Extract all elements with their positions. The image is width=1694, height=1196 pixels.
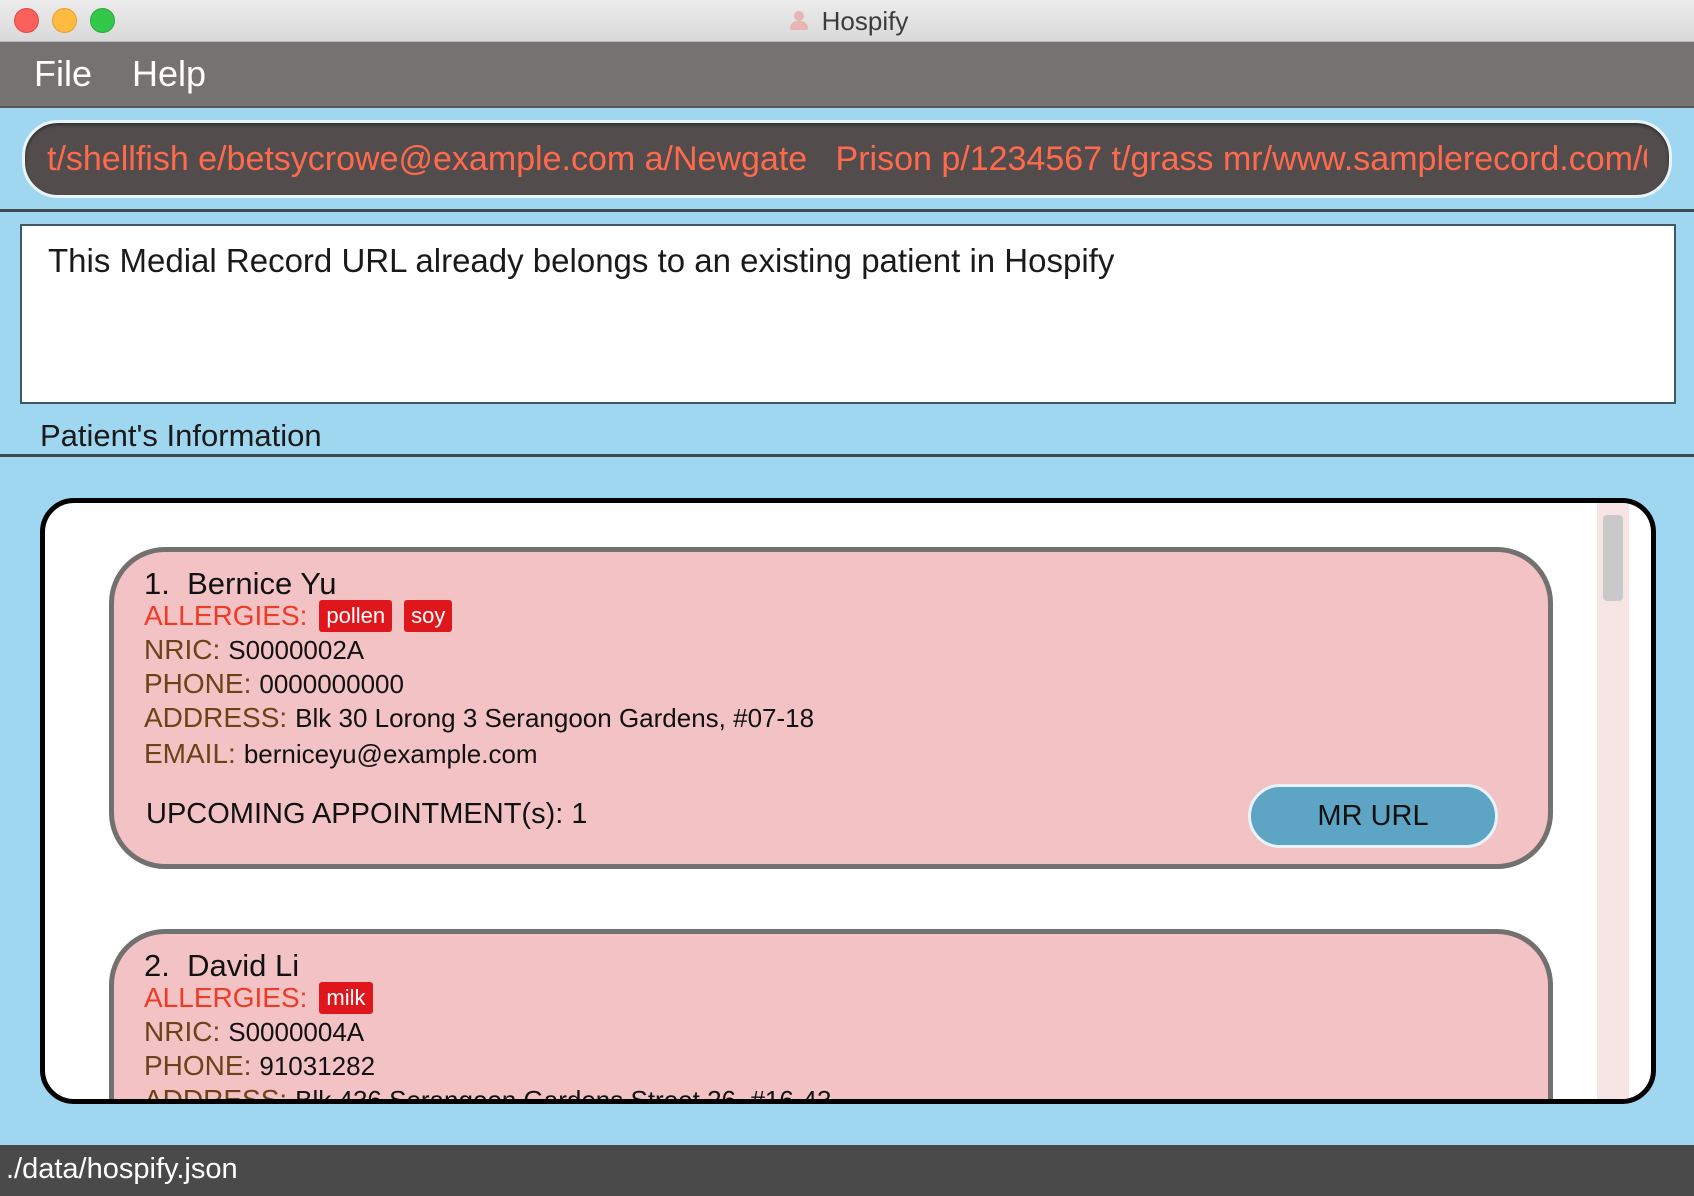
- patient-index: 2.: [144, 948, 170, 983]
- phone-row: PHONE: 91031282: [144, 1050, 375, 1082]
- command-box[interactable]: [22, 120, 1672, 198]
- address-value: Blk 436 Serangoon Gardens Street 26, #16…: [295, 1085, 831, 1100]
- window-title: Hospify: [821, 5, 909, 36]
- patient-list-panel: 1. Bernice Yu ALLERGIES: pollen soy NRIC…: [40, 498, 1656, 1104]
- email-value: berniceyu@example.com: [243, 738, 538, 769]
- email-label: EMAIL:: [144, 738, 236, 769]
- window-titlebar: Hospify: [0, 0, 1694, 42]
- nric-label: NRIC:: [144, 634, 221, 665]
- patient-list: 1. Bernice Yu ALLERGIES: pollen soy NRIC…: [45, 503, 1593, 1099]
- patient-name-row: 2. David Li: [144, 948, 299, 984]
- phone-label: PHONE:: [144, 1050, 252, 1081]
- address-label: ADDRESS:: [144, 1084, 287, 1099]
- address-row: ADDRESS: Blk 436 Serangoon Gardens Stree…: [144, 1084, 831, 1099]
- phone-row: PHONE: 0000000000: [144, 668, 404, 700]
- nric-label: NRIC:: [144, 1016, 221, 1047]
- patient-name: David Li: [187, 948, 300, 983]
- menu-help[interactable]: Help: [132, 53, 206, 95]
- address-row: ADDRESS: Blk 30 Lorong 3 Serangoon Garde…: [144, 702, 814, 734]
- patient-card[interactable]: 2. David Li ALLERGIES: milk NRIC: S00000…: [109, 929, 1553, 1099]
- allergies-row: ALLERGIES: pollen soy: [144, 600, 453, 632]
- command-area: [0, 108, 1694, 212]
- nric-row: NRIC: S0000002A: [144, 634, 364, 666]
- list-scrollbar[interactable]: [1597, 503, 1629, 1099]
- command-input[interactable]: [47, 123, 1647, 195]
- phone-label: PHONE:: [144, 668, 252, 699]
- patient-name: Bernice Yu: [187, 566, 337, 601]
- phone-value: 91031282: [259, 1050, 376, 1081]
- upcoming-appointments: UPCOMING APPOINTMENT(s): 1: [146, 798, 588, 830]
- patient-info-heading: Patient's Information: [40, 418, 322, 453]
- status-bar: ./data/hospify.json: [0, 1145, 1694, 1196]
- patient-index: 1.: [144, 566, 170, 601]
- email-row: EMAIL: berniceyu@example.com: [144, 738, 538, 770]
- window-title-group: Hospify: [0, 0, 1694, 42]
- result-message: This Medial Record URL already belongs t…: [48, 242, 1115, 279]
- allergy-tag: soy: [404, 600, 453, 632]
- allergies-row: ALLERGIES: milk: [144, 982, 373, 1014]
- address-label: ADDRESS:: [144, 702, 288, 733]
- result-display[interactable]: This Medial Record URL already belongs t…: [20, 224, 1676, 404]
- allergy-tag: pollen: [319, 600, 393, 632]
- allergy-tag: milk: [319, 982, 373, 1014]
- nric-value: S0000002A: [228, 634, 365, 665]
- allergies-label: ALLERGIES:: [144, 600, 308, 631]
- nric-row: NRIC: S0000004A: [144, 1016, 364, 1048]
- menu-bar: File Help: [0, 42, 1694, 108]
- mr-url-button[interactable]: MR URL: [1248, 784, 1498, 848]
- address-value: Blk 30 Lorong 3 Serangoon Gardens, #07-1…: [295, 702, 815, 733]
- section-divider: [0, 454, 1694, 457]
- patient-name-row: 1. Bernice Yu: [144, 566, 336, 602]
- app-person-icon: [786, 8, 812, 34]
- scrollbar-thumb[interactable]: [1603, 515, 1623, 601]
- phone-value: 0000000000: [259, 668, 404, 699]
- patient-card[interactable]: 1. Bernice Yu ALLERGIES: pollen soy NRIC…: [109, 547, 1553, 869]
- data-file-path: ./data/hospify.json: [6, 1153, 238, 1185]
- menu-file[interactable]: File: [34, 53, 92, 95]
- nric-value: S0000004A: [228, 1016, 365, 1047]
- allergies-label: ALLERGIES:: [144, 982, 308, 1013]
